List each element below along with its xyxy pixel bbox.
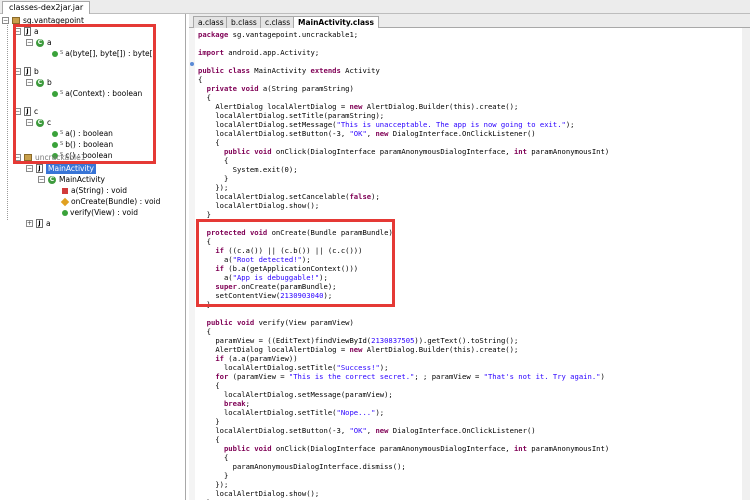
code-line: paramView = ((EditText)findViewById(2130… — [215, 336, 519, 345]
tree-node-method-m3[interactable]: verify(View) : void — [62, 207, 138, 218]
code-line: localAlertDialog.setTitle("Nope..."); — [223, 408, 385, 417]
tree-label-method-m3: verify(View) : void — [70, 208, 138, 217]
import-marker-icon[interactable] — [190, 62, 194, 66]
code-line: import android.app.Activity; — [198, 48, 320, 57]
code-line: public void onClick(DialogInterface para… — [223, 444, 610, 453]
code-editor-panel: a.class b.class c.class MainActivity.cla… — [189, 14, 750, 500]
code-line: public class MainActivity extends Activi… — [198, 66, 380, 75]
code-line: paramAnonymousDialogInterface.dismiss(); — [232, 462, 406, 471]
code-line: { — [198, 381, 220, 390]
tree-node-file-main[interactable]: − J MainActivity — [26, 163, 96, 174]
collapse-icon[interactable]: − — [26, 165, 33, 172]
code-line: { — [198, 327, 211, 336]
protected-method-icon — [60, 197, 70, 206]
package-icon — [12, 17, 20, 24]
class-file-icon: J — [36, 219, 43, 228]
tab-c-class[interactable]: c.class — [260, 16, 296, 28]
code-line: } — [198, 174, 229, 183]
code-line: public void verify(View paramView) — [206, 318, 354, 327]
code-line: public void onClick(DialogInterface para… — [223, 147, 610, 156]
highlight-box-oncreate — [196, 219, 395, 307]
code-line: }); — [198, 183, 229, 192]
code-line: for (paramView = "This is the correct se… — [215, 372, 605, 381]
public-method-icon — [62, 209, 68, 216]
code-line: { — [198, 156, 229, 165]
code-line: }); — [198, 480, 229, 489]
code-line: { — [198, 138, 220, 147]
code-line: localAlertDialog.setMessage(paramView); — [223, 390, 393, 399]
code-line: if (a.a(paramView)) — [215, 354, 298, 363]
tab-a-class[interactable]: a.class — [193, 16, 229, 28]
class-icon: C — [48, 175, 56, 184]
tree-label-file-a2: a — [46, 219, 51, 228]
code-line: localAlertDialog.setCancelable(false); — [215, 192, 380, 201]
tab-b-class[interactable]: b.class — [226, 16, 262, 28]
code-line: } — [198, 417, 220, 426]
code-line: { — [198, 75, 203, 84]
tree-node-file-a2[interactable]: + J a — [26, 218, 51, 229]
collapse-icon[interactable]: − — [38, 176, 45, 183]
code-line: localAlertDialog.setButton(-3, "OK", new… — [215, 129, 536, 138]
code-line: localAlertDialog.setButton(-3, "OK", new… — [215, 426, 536, 435]
tree-node-class-main[interactable]: − C MainActivity — [38, 174, 105, 185]
code-line: AlertDialog localAlertDialog = new Alert… — [215, 102, 519, 111]
code-line: { — [198, 453, 229, 462]
vertical-scrollbar[interactable] — [742, 28, 750, 500]
code-line: } — [198, 210, 211, 219]
code-tab-bar: a.class b.class c.class MainActivity.cla… — [189, 14, 750, 28]
file-tab-classes-dex2jar[interactable]: classes-dex2jar.jar — [2, 1, 91, 14]
code-line: localAlertDialog.setTitle("Success!"); — [223, 363, 389, 372]
tree-node-method-m2[interactable]: onCreate(Bundle) : void — [60, 196, 161, 207]
file-tab-bar: classes-dex2jar.jar — [0, 0, 750, 14]
code-line: localAlertDialog.show(); — [215, 489, 320, 498]
tab-mainactivity-class[interactable]: MainActivity.class — [293, 16, 379, 28]
tree-label-class-main: MainActivity — [59, 175, 105, 184]
code-line: { — [198, 93, 211, 102]
tree-label-file-main: MainActivity — [46, 163, 96, 174]
code-line: { — [198, 435, 220, 444]
tree-label-method-m1: a(String) : void — [71, 186, 127, 195]
code-line: package sg.vantagepoint.uncrackable1; — [198, 30, 359, 39]
class-file-icon: J — [36, 164, 43, 173]
code-line: private void a(String paramString) — [206, 84, 354, 93]
code-line: System.exit(0); — [232, 165, 298, 174]
expand-icon[interactable]: + — [26, 220, 33, 227]
private-method-icon — [62, 187, 68, 194]
code-line: localAlertDialog.setMessage("This is una… — [215, 120, 575, 129]
highlight-box-tree — [13, 24, 156, 164]
tree-node-method-m1[interactable]: a(String) : void — [62, 185, 127, 196]
tree-guide-line — [7, 20, 8, 220]
editor-gutter — [189, 28, 195, 500]
code-line: } — [198, 471, 229, 480]
collapse-icon[interactable]: − — [2, 17, 9, 24]
code-line: AlertDialog localAlertDialog = new Alert… — [215, 345, 519, 354]
tree-label-method-m2: onCreate(Bundle) : void — [71, 197, 161, 206]
code-line: localAlertDialog.show(); — [215, 201, 320, 210]
package-tree-panel: − sg.vantagepoint − J a − C a S a(byte[]… — [0, 14, 186, 500]
code-line: break; — [223, 399, 250, 408]
code-line: localAlertDialog.setTitle(paramString); — [215, 111, 385, 120]
